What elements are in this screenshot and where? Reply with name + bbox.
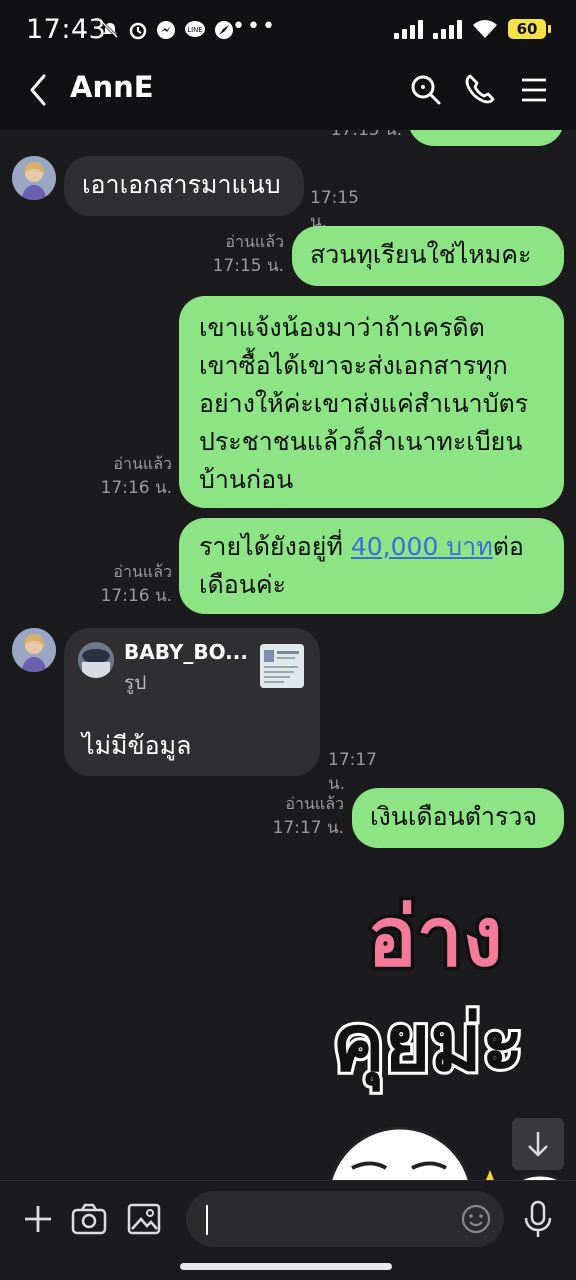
message-text: เอาเอกสารมาแนบ — [82, 170, 281, 199]
reply-avatar — [78, 642, 114, 678]
home-indicator — [180, 1263, 392, 1270]
phone-icon[interactable] — [460, 70, 500, 110]
message-text: รายได้ยังอยู่ที่ — [199, 532, 351, 561]
message-bubble-outgoing[interactable] — [408, 130, 564, 146]
battery-icon: 60 — [508, 19, 551, 39]
more-notifications-icon: ••• — [232, 14, 277, 39]
message-time: 17:16 น. — [100, 586, 172, 606]
read-receipt: อ่านแล้ว — [225, 232, 284, 251]
message-text: ต่อ — [492, 532, 524, 561]
amount-link[interactable]: 40,000 บาท — [351, 532, 493, 561]
signal-icon — [394, 19, 423, 39]
reply-type-label: รูป — [124, 672, 147, 694]
message-line: ประชาชนแล้วก็สำเนาทะเบียน — [199, 427, 523, 456]
message-bubble-outgoing[interactable]: เขาแจ้งน้องมาว่าถ้าเครดิต เขาซื้อได้เขาจ… — [179, 296, 564, 508]
arrow-down-icon — [528, 1132, 548, 1157]
back-icon[interactable] — [20, 68, 60, 112]
status-time: 17:43 — [26, 14, 107, 45]
sticker-text-line2: คุยม่ะ — [332, 999, 523, 1092]
notification-icons: LINE — [100, 20, 234, 40]
signal-icon-2 — [433, 19, 462, 39]
plus-icon[interactable] — [20, 1201, 56, 1237]
message-bubble-outgoing[interactable]: สวนทุเรียนใช่ไหมคะ — [292, 226, 564, 286]
microphone-icon[interactable] — [520, 1199, 556, 1239]
message-line: บ้านก่อน — [199, 465, 294, 494]
read-receipt: อ่านแล้ว — [285, 794, 344, 813]
emoji-icon[interactable] — [460, 1203, 492, 1235]
wifi-icon — [473, 20, 497, 38]
line-app-icon: LINE — [185, 21, 205, 37]
text-cursor — [206, 1205, 208, 1235]
message-line: เดือนค่ะ — [199, 570, 287, 599]
status-bar: 17:43 LINE ••• 60 — [0, 0, 576, 50]
sticker-text-line1: อ่าง — [367, 890, 502, 985]
reply-message-bubble[interactable]: BABY_BO... รูป ไม่มีข้อมูล — [64, 628, 320, 776]
message-time: 17:15 น. — [330, 130, 402, 140]
compass-icon — [215, 21, 233, 39]
menu-icon[interactable] — [514, 70, 554, 110]
avatar-image — [12, 156, 56, 200]
message-text: สวนทุเรียนใช่ไหมคะ — [310, 240, 532, 269]
search-icon[interactable] — [406, 70, 446, 110]
chat-title: AnnE — [70, 70, 154, 104]
mute-bell-icon — [101, 21, 119, 39]
message-meta: อ่านแล้ว 17:16 น. — [90, 452, 172, 500]
message-input-bar — [0, 1180, 576, 1280]
avatar-image — [12, 628, 56, 672]
contact-avatar[interactable] — [12, 628, 56, 672]
message-text: ไม่มีข้อมูล — [82, 731, 192, 760]
message-meta: อ่านแล้ว 17:17 น. — [262, 792, 344, 840]
contact-avatar[interactable] — [12, 156, 56, 200]
message-bubble-outgoing[interactable]: เงินเดือนตำรวจ — [352, 788, 564, 848]
svg-text:LINE: LINE — [187, 26, 203, 34]
id-card-thumbnail — [260, 644, 304, 688]
message-meta: อ่านแล้ว 17:15 น. — [200, 230, 284, 278]
message-time: 17:16 น. — [100, 478, 172, 498]
alarm-icon — [129, 22, 147, 40]
image-icon[interactable] — [126, 1201, 162, 1237]
message-input[interactable] — [186, 1191, 504, 1247]
message-line: รายได้ยังอยู่ที่ 40,000 บาทต่อ — [199, 528, 544, 566]
message-list[interactable]: 17:15 น. เอาเอกสารมาแนบ 17:15 น. อ่านแล้… — [0, 130, 576, 1180]
reply-sender-name: BABY_BO... — [124, 640, 248, 664]
chat-header: AnnE — [0, 50, 576, 130]
message-time: 17:17 น. — [272, 818, 344, 838]
message-bubble-outgoing[interactable]: รายได้ยังอยู่ที่ 40,000 บาทต่อ เดือนค่ะ — [179, 518, 564, 614]
message-time: 17:15 น. — [212, 256, 284, 276]
reply-thumbnail — [260, 644, 304, 688]
system-status: 60 — [394, 19, 551, 39]
message-meta: อ่านแล้ว 17:16 น. — [90, 560, 172, 608]
camera-icon[interactable] — [70, 1201, 108, 1237]
read-receipt: อ่านแล้ว — [113, 454, 172, 473]
scroll-to-bottom-button[interactable] — [512, 1118, 564, 1170]
messenger-icon — [157, 21, 175, 39]
reply-avatar-image — [78, 642, 114, 678]
message-text: เงินเดือนตำรวจ — [370, 802, 538, 831]
message-line: อย่างให้ค่ะเขาส่งแค่สำเนาบัตร — [199, 389, 529, 418]
message-line: เขาซื้อได้เขาจะส่งเอกสารทุก — [199, 351, 508, 380]
chat-screen: 17:43 LINE ••• 60 AnnE 17:15 น. เอาเอกสา… — [0, 0, 576, 1280]
message-bubble-incoming[interactable]: เอาเอกสารมาแนบ — [64, 156, 304, 216]
message-line: เขาแจ้งน้องมาว่าถ้าเครดิต — [199, 313, 485, 342]
read-receipt: อ่านแล้ว — [113, 562, 172, 581]
